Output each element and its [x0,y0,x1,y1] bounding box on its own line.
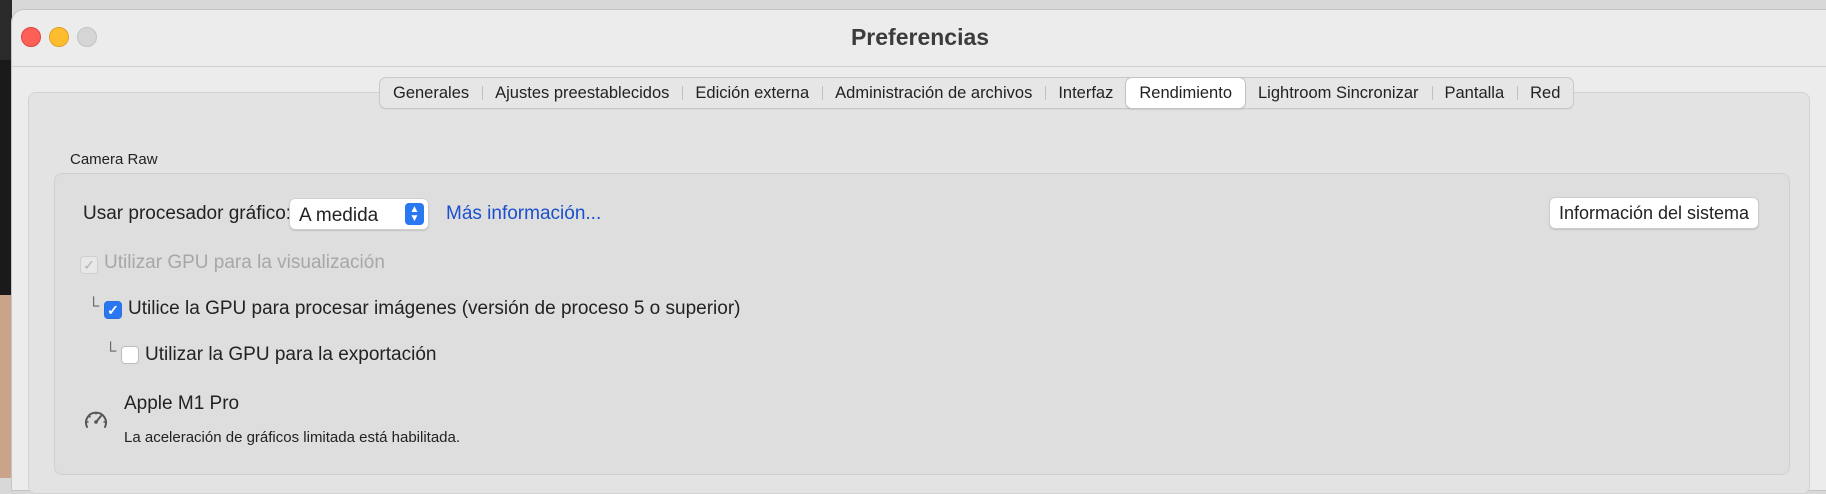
tab-bar: Generales Ajustes preestablecidos Edició… [379,77,1575,109]
gpu-export-checkbox[interactable] [121,346,139,364]
system-info-button[interactable]: Información del sistema [1549,197,1759,229]
background-band [0,60,12,295]
gpu-display-label: Utilizar GPU para la visualización [104,252,385,273]
window-title: Preferencias [850,24,990,50]
checkmark-icon: ✓ [107,302,119,318]
tab-interfaz[interactable]: Interfaz [1045,78,1126,108]
tab-administracion-archivos[interactable]: Administración de archivos [822,78,1045,108]
gpu-image-processing-checkbox[interactable]: ✓ [104,301,122,319]
tab-generales[interactable]: Generales [380,78,482,108]
gpu-select-value: A medida [299,205,379,226]
tree-connector: └ [105,343,117,360]
tab-ajustes-preestablecidos[interactable]: Ajustes preestablecidos [482,78,682,108]
gpu-export-label[interactable]: Utilizar la GPU para la exportación [145,344,436,366]
gpu-status: La aceleración de gráficos limitada está… [124,429,461,446]
gpu-processor-select[interactable]: A medida ▲ ▼ [289,198,429,230]
background-band [0,295,12,478]
tab-rendimiento[interactable]: Rendimiento [1126,78,1245,108]
gpu-image-processing-label[interactable]: Utilice la GPU para procesar imágenes (v… [128,298,741,320]
title-bar: Preferencias [12,10,1826,66]
tab-lightroom-sincronizar[interactable]: Lightroom Sincronizar [1245,78,1432,108]
more-info-link[interactable]: Más información... [446,203,601,225]
title-separator [12,66,1826,67]
tab-edicion-externa[interactable]: Edición externa [682,78,822,108]
gpu-name: Apple M1 Pro [124,393,240,414]
tree-connector: └ [88,298,100,315]
speedometer-icon [85,411,107,428]
background-window [0,0,12,478]
group-label-camera-raw: Camera Raw [70,151,158,168]
tab-red[interactable]: Red [1517,78,1573,108]
checkmark-icon: ✓ [83,257,95,273]
gpu-display-checkbox: ✓ [80,256,98,274]
gpu-select-label: Usar procesador gráfico: [83,203,292,224]
chevron-updown-icon: ▲ ▼ [405,203,424,225]
tab-pantalla[interactable]: Pantalla [1431,78,1518,108]
